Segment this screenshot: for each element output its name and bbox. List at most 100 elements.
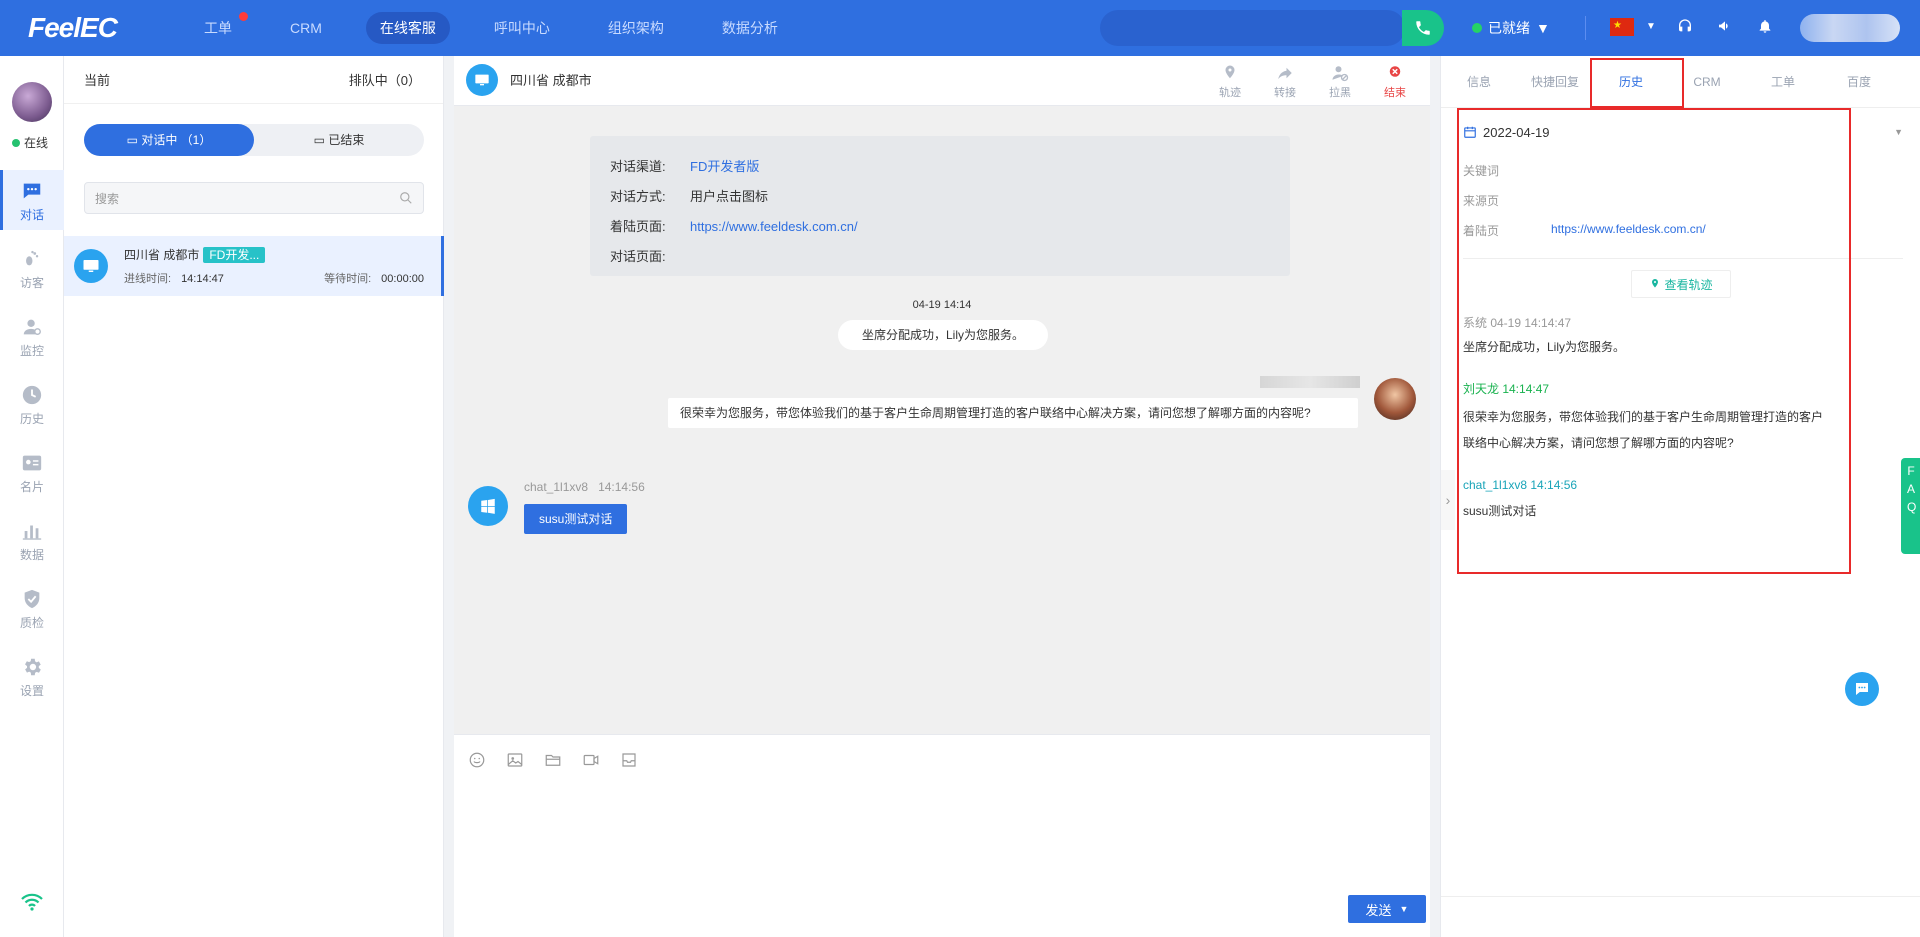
- nav-organization[interactable]: 组织架构: [594, 12, 678, 44]
- dial-input[interactable]: [1100, 10, 1405, 46]
- video-icon[interactable]: [582, 751, 600, 769]
- nav-crm[interactable]: CRM: [276, 12, 336, 44]
- track-button[interactable]: 轨迹: [1210, 64, 1250, 100]
- forward-arrow-icon: [1278, 67, 1292, 79]
- call-button[interactable]: [1402, 10, 1444, 46]
- clock-icon: [22, 385, 42, 405]
- sidebar-item-label: 设置: [19, 684, 44, 698]
- chevron-right-icon[interactable]: ›: [1441, 470, 1455, 530]
- chat-float-button[interactable]: [1845, 672, 1879, 706]
- headset-icon[interactable]: [1676, 18, 1694, 36]
- info-row-mode: 对话方式: 用户点击图标: [610, 189, 769, 204]
- folder-icon[interactable]: [544, 751, 562, 769]
- main-nav: 工单 CRM 在线客服 呼叫中心 组织架构 数据分析: [190, 12, 822, 44]
- app-logo[interactable]: FeelEC: [28, 12, 118, 44]
- current-label: 当前: [84, 73, 111, 88]
- divider: [1585, 16, 1586, 40]
- megaphone-icon[interactable]: [1716, 18, 1734, 36]
- sidebar-item-chat[interactable]: 对话: [0, 170, 64, 230]
- sidebar-item-label: 访客: [19, 276, 44, 290]
- system-message: 坐席分配成功，Lily为您服务。: [838, 320, 1048, 350]
- conversation-list-header: 当前 排队中（0）: [64, 56, 443, 104]
- search-icon[interactable]: [399, 191, 413, 205]
- top-navigation-bar: FeelEC 工单 CRM 在线客服 呼叫中心 组织架构 数据分析 已就绪 ▼ …: [0, 0, 1920, 56]
- tab-active-conversations[interactable]: ▭ 对话中 （1）: [84, 124, 254, 156]
- conversation-meta: 进线时间: 14:14:47 等待时间: 00:00:00: [124, 270, 424, 286]
- transfer-button[interactable]: 转接: [1265, 64, 1305, 100]
- status-label: 已就绪: [1488, 20, 1530, 36]
- agent-avatar: [1374, 378, 1416, 420]
- visitor-message-bubble: susu测试对话: [524, 504, 628, 534]
- in-time: 进线时间: 14:14:47: [124, 273, 224, 285]
- china-flag-icon[interactable]: ★: [1610, 18, 1634, 36]
- message-timestamp: 04-19 14:14: [912, 299, 972, 311]
- queue-count[interactable]: 排队中（0）: [349, 70, 421, 89]
- visitor-name: chat_1l1xv8 14:14:56: [524, 480, 645, 494]
- faq-tab[interactable]: FAQ: [1901, 458, 1920, 554]
- tab-baidu[interactable]: 百度: [1821, 56, 1897, 108]
- landing-page-link[interactable]: https://www.feeldesk.com.cn/: [690, 212, 858, 242]
- emoji-icon[interactable]: [468, 751, 486, 769]
- chat-bubble-icon: ▭: [126, 133, 138, 147]
- desktop-visitor-icon: [466, 64, 498, 96]
- conversation-location: 四川省 成都市: [124, 248, 200, 262]
- conversation-card[interactable]: 四川省 成都市 FD开发... 进线时间: 14:14:47 等待时间: 00:00…: [64, 236, 444, 296]
- nav-online-service[interactable]: 在线客服: [365, 12, 450, 44]
- sidebar-item-data[interactable]: 数据: [0, 510, 64, 570]
- agent-message-bubble: 很荣幸为您服务，带您体验我们的基于客户生命周期管理打造的客户联络中心解决方案，请…: [668, 398, 1358, 428]
- message-composer[interactable]: 发送 ▼: [454, 734, 1430, 937]
- avatar[interactable]: [12, 82, 52, 122]
- sidebar-item-settings[interactable]: 设置: [0, 646, 64, 706]
- highlight-box: [1457, 108, 1851, 574]
- chat-panel: 四川省 成都市 轨迹 转接 拉黑 结束 对话渠道: FD开发者版 对话方式: 用…: [454, 56, 1430, 937]
- info-row-channel: 对话渠道: FD开发者版: [610, 159, 760, 174]
- user-profile-menu[interactable]: [1800, 14, 1900, 42]
- bell-icon[interactable]: [1756, 18, 1774, 36]
- tab-ended-conversations[interactable]: ▭ 已结束: [254, 124, 424, 156]
- online-status-label: 在线: [24, 136, 49, 150]
- sidebar-item-monitor[interactable]: 监控: [0, 306, 64, 366]
- sidebar-item-quality[interactable]: 质检: [0, 578, 64, 638]
- sidebar-item-label: 监控: [19, 344, 44, 358]
- windows-visitor-icon: [468, 486, 508, 526]
- nav-call-center[interactable]: 呼叫中心: [480, 12, 564, 44]
- highlight-box: [1590, 58, 1684, 108]
- channel-tag: FD开发...: [203, 246, 266, 263]
- shield-check-icon: [24, 589, 40, 609]
- sidebar-item-label: 数据: [19, 548, 44, 562]
- agent-status-dropdown[interactable]: 已就绪 ▼: [1472, 18, 1550, 38]
- end-chat-button[interactable]: 结束: [1375, 64, 1415, 100]
- sidebar-item-label: 质检: [19, 616, 44, 630]
- card-icon: [22, 455, 42, 471]
- sidebar-item-label: 历史: [19, 412, 44, 426]
- caret-down-icon[interactable]: ▼: [1400, 904, 1409, 914]
- caret-down-icon: ▼: [1536, 20, 1550, 36]
- block-button[interactable]: 拉黑: [1320, 64, 1360, 100]
- sidebar-item-history[interactable]: 历史: [0, 374, 64, 434]
- image-icon[interactable]: [506, 751, 524, 769]
- location-pin-icon: [1225, 65, 1235, 79]
- inbox-icon[interactable]: [620, 751, 638, 769]
- conversation-filter-tabs: ▭ 对话中 （1） ▭ 已结束: [84, 124, 424, 156]
- conversation-search-input[interactable]: 搜索: [84, 182, 424, 214]
- gear-icon: [25, 658, 41, 676]
- close-circle-icon: [1389, 66, 1401, 77]
- tab-info[interactable]: 信息: [1441, 56, 1517, 108]
- nav-tickets[interactable]: 工单: [190, 12, 248, 44]
- info-row-landing: 着陆页面: https://www.feeldesk.com.cn/: [610, 212, 1270, 242]
- info-row-page: 对话页面:: [610, 249, 666, 264]
- nav-data-analysis[interactable]: 数据分析: [708, 12, 792, 44]
- left-sidebar: 在线 对话 访客 监控 历史 名片 数据 质检 设置: [0, 56, 64, 937]
- send-button[interactable]: 发送 ▼: [1348, 895, 1426, 923]
- divider: [1441, 896, 1920, 897]
- composer-toolbar: [468, 751, 638, 769]
- notification-dot: [239, 12, 248, 21]
- tab-tickets[interactable]: 工单: [1745, 56, 1821, 108]
- phone-icon: [1416, 21, 1430, 35]
- tab-quick-reply[interactable]: 快捷回复: [1517, 56, 1593, 108]
- online-status[interactable]: 在线: [12, 134, 48, 151]
- chat-header: 四川省 成都市 轨迹 转接 拉黑 结束: [454, 56, 1430, 106]
- sidebar-item-cards[interactable]: 名片: [0, 442, 64, 502]
- caret-down-icon[interactable]: ▼: [1642, 18, 1660, 36]
- sidebar-item-visitors[interactable]: 访客: [0, 238, 64, 298]
